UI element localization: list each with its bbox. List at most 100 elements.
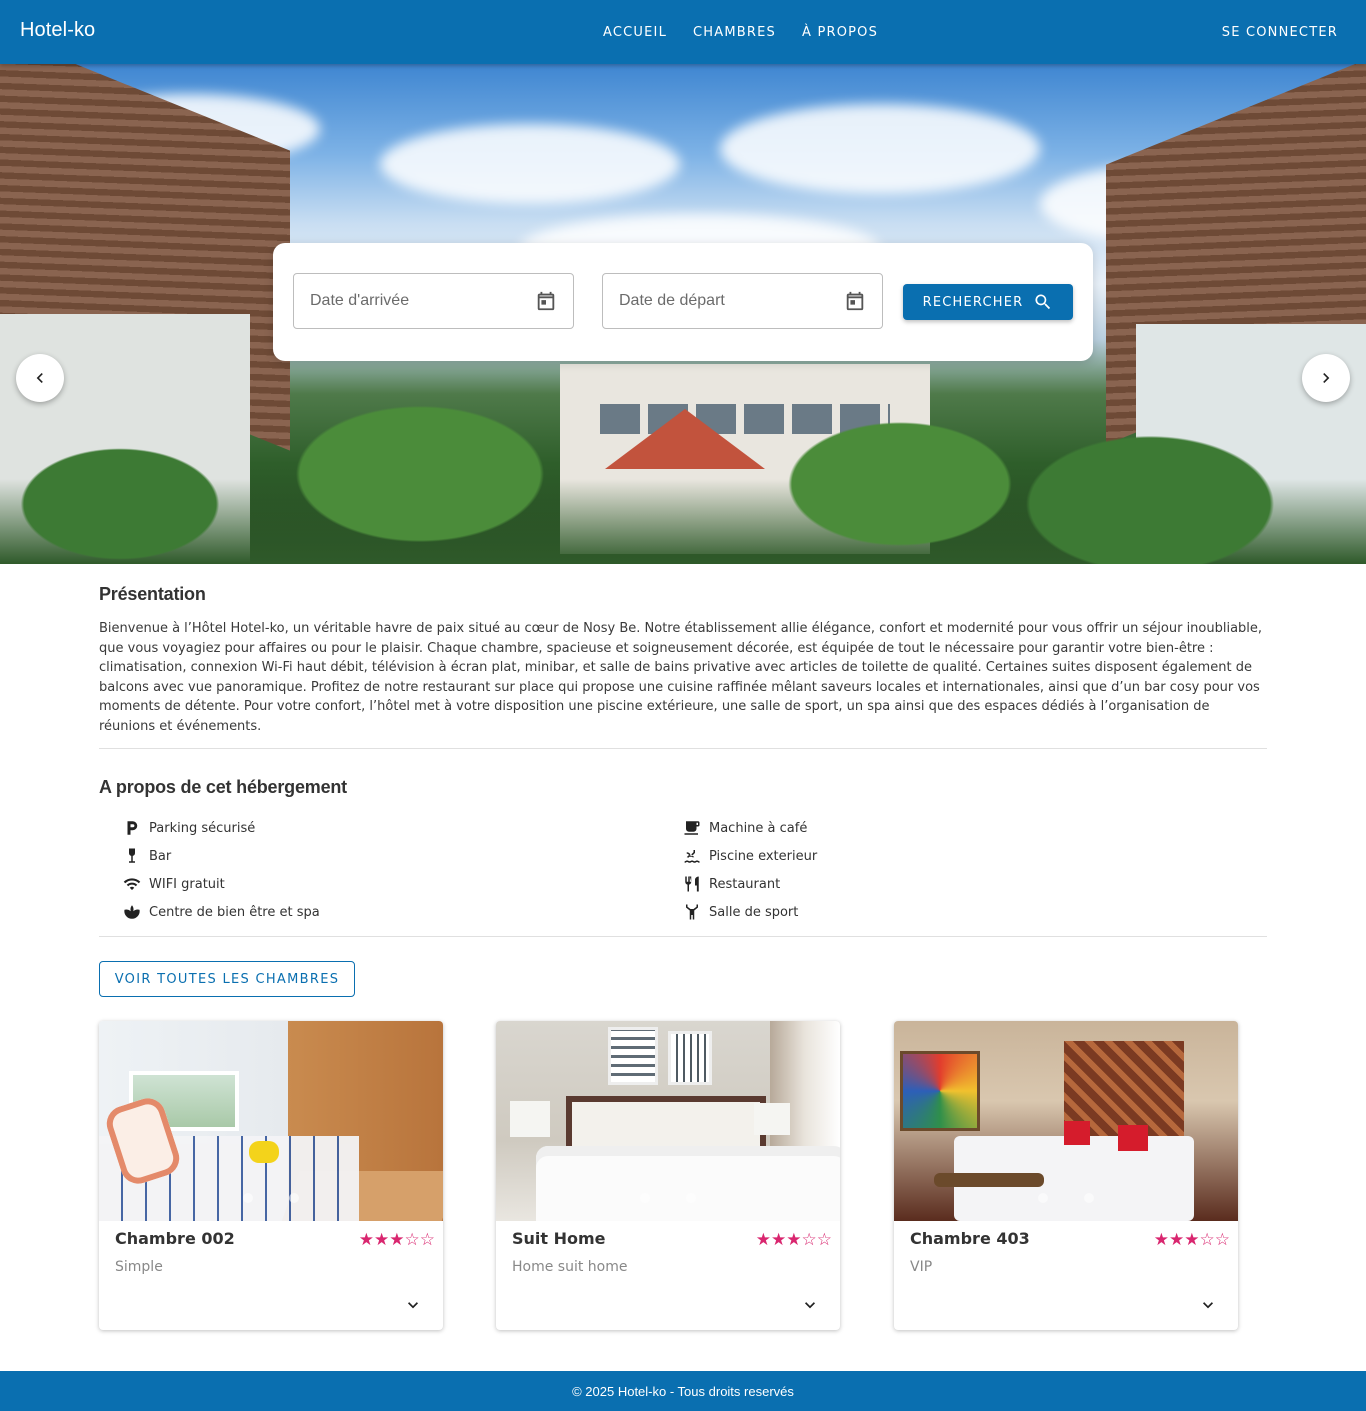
hero-cloud xyxy=(720,104,1040,194)
star-empty-icon: ☆ xyxy=(816,1230,832,1250)
arrival-date-placeholder: Date d'arrivée xyxy=(310,292,410,309)
wine-glass-icon xyxy=(123,847,141,865)
star-filled-icon: ★ xyxy=(755,1230,771,1250)
room-rating: ★ ★ ★ ☆ ☆ xyxy=(359,1231,435,1249)
nav-accueil[interactable]: ACCUEIL xyxy=(590,17,680,48)
carousel-dot[interactable] xyxy=(1084,1193,1094,1203)
star-filled-icon: ★ xyxy=(771,1230,787,1250)
room-image[interactable] xyxy=(496,1021,840,1221)
divider xyxy=(99,748,1267,749)
amenity-label: Parking sécurisé xyxy=(149,820,256,836)
star-empty-icon: ☆ xyxy=(801,1230,817,1250)
room-image[interactable] xyxy=(894,1021,1238,1221)
room-image-bed xyxy=(536,1146,840,1221)
star-empty-icon: ☆ xyxy=(404,1230,420,1250)
hero-palms xyxy=(0,394,1366,564)
presentation-text: Bienvenue à l’Hôtel Hotel-ko, un véritab… xyxy=(99,621,1263,734)
amenity-fitness: Salle de sport xyxy=(683,898,798,926)
image-carousel-dots xyxy=(99,1193,443,1203)
amenity-wifi: WIFI gratuit xyxy=(123,870,225,898)
coffee-icon xyxy=(683,819,701,837)
arrival-date-field[interactable]: Date d'arrivée xyxy=(293,273,574,329)
nav-chambres[interactable]: CHAMBRES xyxy=(680,17,789,48)
restaurant-icon xyxy=(683,875,701,893)
star-filled-icon: ★ xyxy=(1169,1230,1185,1250)
room-name: Suit Home xyxy=(512,1229,606,1248)
room-card[interactable]: Suit Home ★ ★ ★ ☆ ☆ Home suit home xyxy=(496,1021,840,1330)
chevron-down-icon[interactable] xyxy=(403,1295,423,1315)
star-empty-icon: ☆ xyxy=(1214,1230,1230,1250)
carousel-dot[interactable] xyxy=(243,1193,253,1203)
room-image-bench xyxy=(934,1173,1044,1187)
about-title: A propos de cet hébergement xyxy=(99,777,347,797)
amenity-spa: Centre de bien être et spa xyxy=(123,898,320,926)
room-rating: ★ ★ ★ ☆ ☆ xyxy=(1154,1231,1230,1249)
chevron-left-icon xyxy=(36,373,43,383)
amenity-label: Machine à café xyxy=(709,820,808,836)
room-name: Chambre 002 xyxy=(115,1229,235,1248)
parking-icon xyxy=(123,819,141,837)
search-card: Date d'arrivée Date de départ RECHERCHER xyxy=(273,243,1093,361)
presentation-title: Présentation xyxy=(99,584,206,604)
nav-a-propos[interactable]: À PROPOS xyxy=(789,17,891,48)
amenity-label: Bar xyxy=(149,848,172,864)
room-image-lamp xyxy=(510,1101,550,1137)
room-image-art xyxy=(608,1027,658,1085)
search-button-label: RECHERCHER xyxy=(922,294,1024,310)
star-filled-icon: ★ xyxy=(1184,1230,1200,1250)
departure-date-field[interactable]: Date de départ xyxy=(602,273,883,329)
login-button[interactable]: SE CONNECTER xyxy=(1210,0,1350,64)
carousel-next-button[interactable] xyxy=(1302,354,1350,402)
chevron-right-icon xyxy=(1323,373,1330,383)
wifi-icon xyxy=(123,875,141,893)
amenity-coffee: Machine à café xyxy=(683,814,807,842)
fitness-icon xyxy=(683,903,701,921)
room-image-art xyxy=(668,1031,712,1085)
star-filled-icon: ★ xyxy=(374,1230,390,1250)
calendar-icon[interactable] xyxy=(535,290,557,312)
star-empty-icon: ☆ xyxy=(1199,1230,1215,1250)
room-card[interactable]: Chambre 403 ★ ★ ★ ☆ ☆ VIP xyxy=(894,1021,1238,1330)
amenity-parking: Parking sécurisé xyxy=(123,814,255,842)
carousel-dot[interactable] xyxy=(1038,1193,1048,1203)
image-carousel-dots xyxy=(894,1193,1238,1203)
star-empty-icon: ☆ xyxy=(419,1230,435,1250)
room-name: Chambre 403 xyxy=(910,1229,1030,1248)
star-filled-icon: ★ xyxy=(1153,1230,1169,1250)
amenity-label: WIFI gratuit xyxy=(149,876,225,892)
amenity-label: Piscine exterieur xyxy=(709,848,818,864)
room-card[interactable]: Chambre 002 ★ ★ ★ ☆ ☆ Simple xyxy=(99,1021,443,1330)
spa-icon xyxy=(123,903,141,921)
room-image[interactable] xyxy=(99,1021,443,1221)
amenity-bar: Bar xyxy=(123,842,171,870)
room-type: Simple xyxy=(115,1259,163,1275)
carousel-dot[interactable] xyxy=(686,1193,696,1203)
amenity-label: Salle de sport xyxy=(709,904,799,920)
pool-icon xyxy=(683,847,701,865)
carousel-dot[interactable] xyxy=(640,1193,650,1203)
departure-date-placeholder: Date de départ xyxy=(619,292,725,309)
amenity-label: Centre de bien être et spa xyxy=(149,904,320,920)
footer-copyright: © 2025 Hotel-ko - Tous droits reservés xyxy=(572,1383,794,1399)
search-button[interactable]: RECHERCHER xyxy=(903,284,1073,320)
carousel-prev-button[interactable] xyxy=(16,354,64,402)
chevron-down-icon[interactable] xyxy=(800,1295,820,1315)
room-image-painting xyxy=(900,1051,980,1131)
amenity-restaurant: Restaurant xyxy=(683,870,780,898)
app-bar: Hotel-ko ACCUEIL CHAMBRES À PROPOS SE CO… xyxy=(0,0,1366,64)
room-image-pillow xyxy=(1118,1125,1148,1151)
chevron-down-icon[interactable] xyxy=(1198,1295,1218,1315)
room-image-pillow xyxy=(1064,1121,1090,1145)
calendar-icon[interactable] xyxy=(844,290,866,312)
image-carousel-dots xyxy=(496,1193,840,1203)
room-type: VIP xyxy=(910,1259,933,1275)
amenity-pool: Piscine exterieur xyxy=(683,842,817,870)
carousel-dot[interactable] xyxy=(289,1193,299,1203)
footer: © 2025 Hotel-ko - Tous droits reservés xyxy=(0,1371,1366,1411)
brand-logo[interactable]: Hotel-ko xyxy=(20,19,95,42)
star-filled-icon: ★ xyxy=(389,1230,405,1250)
amenity-label: Restaurant xyxy=(709,876,781,892)
hero-cloud xyxy=(380,124,680,204)
main-nav: ACCUEIL CHAMBRES À PROPOS xyxy=(590,0,891,64)
view-all-rooms-button[interactable]: VOIR TOUTES LES CHAMBRES xyxy=(99,961,355,997)
